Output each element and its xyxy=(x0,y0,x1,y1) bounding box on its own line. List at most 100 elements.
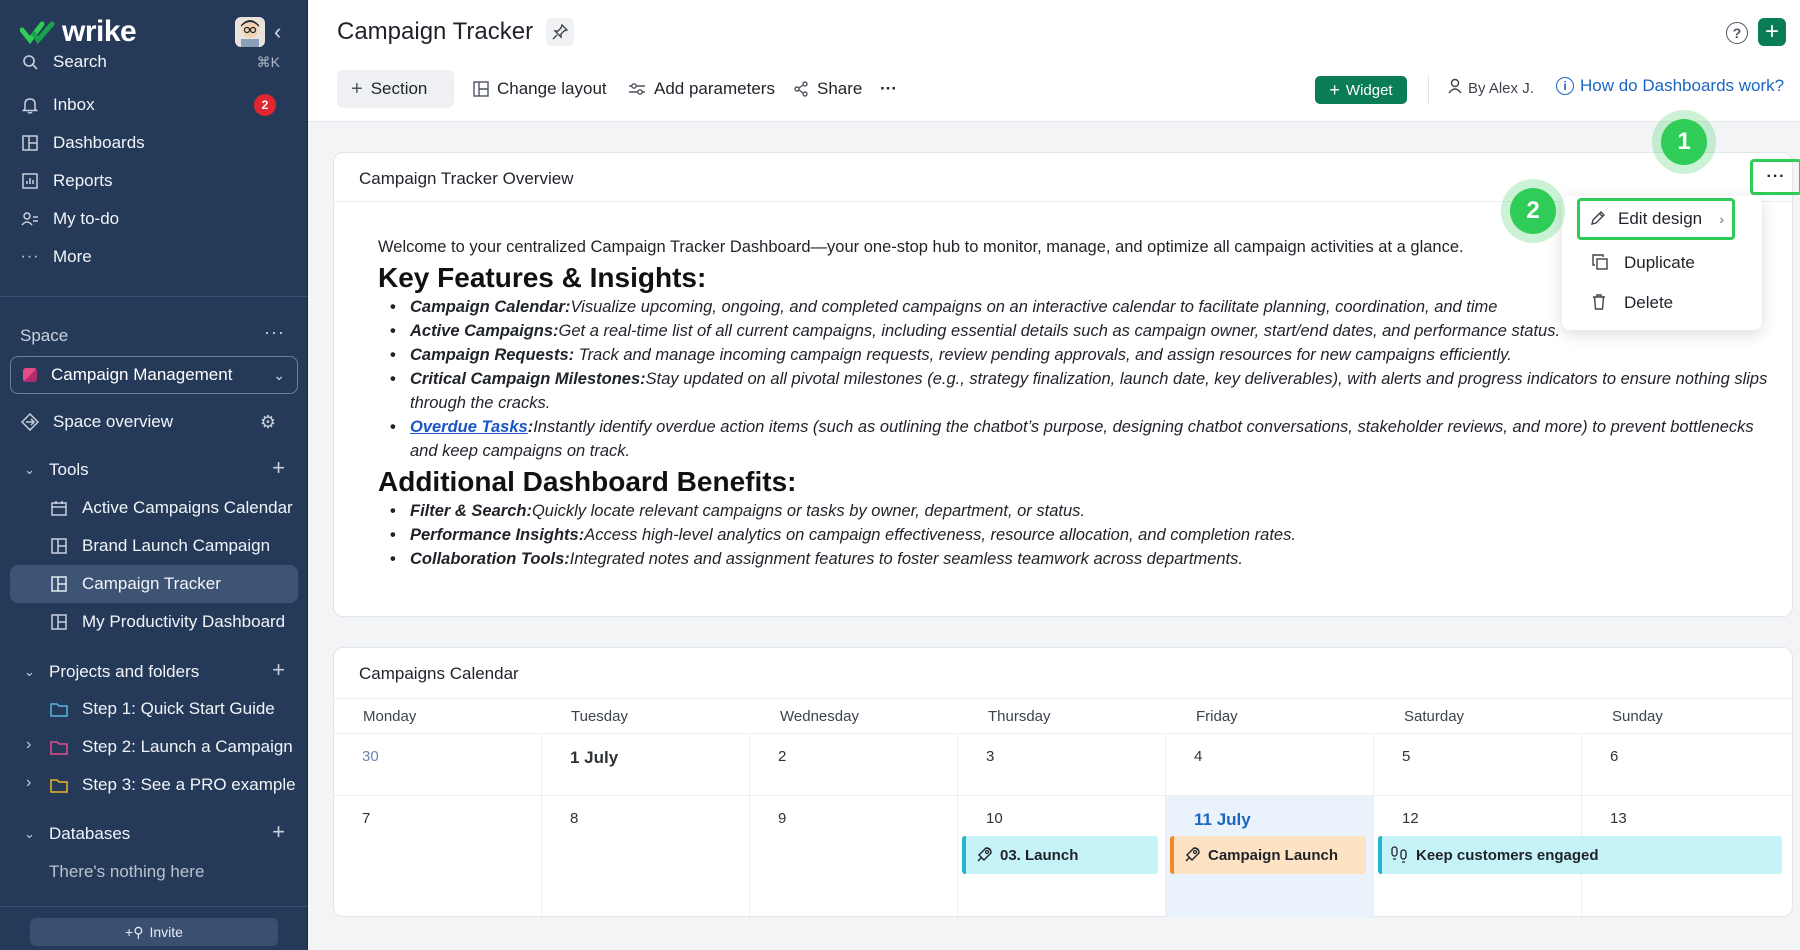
feature-term: Campaign Requests: xyxy=(410,346,575,364)
help-link[interactable]: i How do Dashboards work? xyxy=(1556,76,1784,96)
event-label: 03. Launch xyxy=(1000,846,1079,864)
pencil-icon xyxy=(1590,210,1608,228)
calendar-day-cell[interactable]: 2 xyxy=(750,734,958,795)
sidebar-item-campaign-tracker[interactable]: Campaign Tracker xyxy=(10,565,298,603)
collapse-sidebar-icon[interactable]: ‹ xyxy=(274,20,294,44)
avatar[interactable] xyxy=(235,17,265,47)
sidebar-item-inbox[interactable]: Inbox 2 xyxy=(10,86,298,124)
share-button[interactable]: Share xyxy=(793,70,862,108)
calendar-day-cell[interactable]: 4 xyxy=(1166,734,1374,795)
more-dots-icon: ··· xyxy=(880,79,897,98)
sliders-icon xyxy=(628,82,646,96)
space-section-title: Space xyxy=(20,326,69,345)
edit-design-menu-item[interactable]: Edit design › xyxy=(1577,198,1735,240)
add-section-button[interactable]: + Section xyxy=(337,70,454,108)
calendar-event[interactable]: Keep customers engaged xyxy=(1378,836,1782,874)
more-label: More xyxy=(53,247,92,266)
help-link-label: How do Dashboards work? xyxy=(1580,76,1785,95)
todo-label: My to-do xyxy=(53,209,120,228)
change-layout-button[interactable]: Change layout xyxy=(473,70,607,108)
add-database-icon[interactable]: + xyxy=(272,821,285,843)
help-icon[interactable]: ? xyxy=(1726,22,1748,44)
calendar-date: 12 xyxy=(1402,810,1419,827)
add-project-icon[interactable]: + xyxy=(272,659,285,681)
feature-text: Instantly identify overdue action items … xyxy=(410,418,1754,460)
sidebar-item-brand-launch-campaign[interactable]: Brand Launch Campaign xyxy=(10,527,298,565)
wrike-logo[interactable]: wrike xyxy=(20,14,137,50)
calendar-day-cell[interactable]: 7 xyxy=(334,796,542,918)
rocket-icon xyxy=(1182,845,1202,865)
calendar-event[interactable]: 03. Launch xyxy=(962,836,1158,874)
list-item: Overdue Tasks:Instantly identify overdue… xyxy=(390,415,1778,463)
delete-menu-item[interactable]: Delete xyxy=(1562,284,1762,322)
benefits-heading: Additional Dashboard Benefits: xyxy=(378,466,797,497)
calendar-day-cell[interactable]: 8 xyxy=(542,796,750,918)
pin-button[interactable] xyxy=(546,18,574,46)
tools-collapse-icon[interactable]: ⌄ xyxy=(24,462,35,478)
calendar-day-cell[interactable]: 30 xyxy=(334,734,542,795)
event-label: Campaign Launch xyxy=(1208,846,1339,864)
calendar-date: 7 xyxy=(362,810,371,827)
calendar-day-cell[interactable]: 9 xyxy=(750,796,958,918)
day-header: Monday xyxy=(363,708,417,725)
databases-collapse-icon[interactable]: ⌄ xyxy=(24,826,35,842)
sidebar-item-active-campaigns-calendar[interactable]: Active Campaigns Calendar xyxy=(10,489,298,527)
add-parameters-button[interactable]: Add parameters xyxy=(628,70,775,108)
sidebar-item-my-productivity-dashboard[interactable]: My Productivity Dashboard xyxy=(10,603,298,641)
add-tool-icon[interactable]: + xyxy=(272,457,285,479)
calendar-day-cell[interactable]: 5 xyxy=(1374,734,1582,795)
user-icon xyxy=(1448,78,1462,98)
day-header: Wednesday xyxy=(780,708,859,725)
feature-term: Campaign Calendar: xyxy=(410,298,571,316)
calendar-date-today: 11 July xyxy=(1194,810,1251,829)
chevron-down-icon: ⌄ xyxy=(273,366,285,383)
list-item: Critical Campaign Milestones:Stay update… xyxy=(390,367,1778,415)
calendar-day-cell[interactable]: 1 July xyxy=(542,734,750,795)
sidebar-item-search[interactable]: Search ⌘K xyxy=(10,48,298,76)
sidebar-item-step2[interactable]: Step 2: Launch a Campaign xyxy=(10,728,298,766)
day-header: Sunday xyxy=(1612,708,1663,725)
reports-icon xyxy=(20,171,40,191)
gear-icon[interactable]: ⚙ xyxy=(260,412,276,433)
calendar-widget-title: Campaigns Calendar xyxy=(359,664,519,683)
step-2-badge: 2 xyxy=(1501,179,1565,243)
calendar-week-row: 7 8 9 10 11 July 12 13 03. Launch Campai… xyxy=(334,796,1792,918)
invite-label: Invite xyxy=(149,924,183,940)
list-item: Performance Insights:Access high-level a… xyxy=(390,523,1778,547)
invite-button[interactable]: +⚲ Invite xyxy=(30,918,278,946)
duplicate-menu-item[interactable]: Duplicate xyxy=(1562,244,1762,282)
step-number: 2 xyxy=(1510,188,1556,234)
sidebar-item-todo[interactable]: My to-do xyxy=(10,200,298,238)
add-button[interactable]: + xyxy=(1758,18,1786,46)
calendar-event[interactable]: Campaign Launch xyxy=(1170,836,1366,874)
sidebar-item-step1[interactable]: Step 1: Quick Start Guide xyxy=(10,690,298,728)
day-header: Friday xyxy=(1196,708,1238,725)
sidebar-item-more[interactable]: ··· More xyxy=(10,238,298,276)
widget-more-button[interactable]: ··· xyxy=(1750,159,1800,195)
calendar-icon xyxy=(50,499,68,517)
add-widget-button[interactable]: + Widget xyxy=(1315,76,1407,104)
projects-collapse-icon[interactable]: ⌄ xyxy=(24,664,35,680)
calendar-widget: Campaigns Calendar Monday Tuesday Wednes… xyxy=(333,647,1794,918)
sidebar-item-dashboards[interactable]: Dashboards xyxy=(10,124,298,162)
sidebar-divider xyxy=(0,296,308,297)
more-options-button[interactable]: ··· xyxy=(880,70,897,108)
space-options-icon[interactable]: ··· xyxy=(264,322,285,343)
overdue-tasks-link[interactable]: Overdue Tasks xyxy=(410,418,528,436)
owner-info[interactable]: By Alex J. xyxy=(1448,78,1534,98)
sidebar-item-step3[interactable]: Step 3: See a PRO example xyxy=(10,766,298,804)
calendar-day-cell[interactable]: 6 xyxy=(1582,734,1794,795)
feature-term: Critical Campaign Milestones: xyxy=(410,370,646,388)
project-label: Step 1: Quick Start Guide xyxy=(82,699,275,718)
calendar-date: 3 xyxy=(986,748,995,765)
search-shortcut: ⌘K xyxy=(256,53,280,70)
toolbar-separator xyxy=(1428,76,1429,104)
calendar-day-cell[interactable]: 3 xyxy=(958,734,1166,795)
sidebar-item-reports[interactable]: Reports xyxy=(10,162,298,200)
calendar-date: 6 xyxy=(1610,748,1619,765)
project-label: Step 2: Launch a Campaign xyxy=(82,737,293,756)
space-selector[interactable]: Campaign Management ⌄ xyxy=(10,356,298,394)
dashboard-header: Campaign Tracker ? + + Section Change la… xyxy=(308,0,1800,122)
bell-icon xyxy=(20,95,40,115)
sidebar-item-space-overview[interactable]: Space overview ⚙ xyxy=(10,403,298,441)
